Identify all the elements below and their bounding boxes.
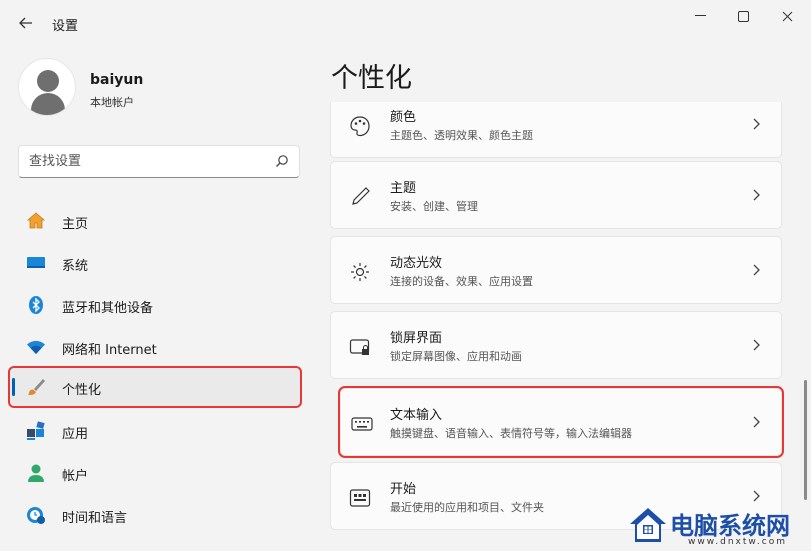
gaming-icon [26, 547, 46, 551]
sidebar-item-label: 帐户 [62, 469, 89, 484]
sidebar-item-gaming[interactable]: 游戏 [10, 538, 300, 551]
home-icon [26, 212, 46, 229]
user-name: baiyun [90, 72, 144, 88]
card-title: 主题 [390, 181, 417, 196]
lock-screen-icon [349, 339, 370, 355]
search-input[interactable] [19, 146, 259, 177]
back-arrow-icon [19, 17, 32, 29]
minimize-icon [694, 15, 706, 16]
card-subtitle: 最近使用的应用和项目、文件夹 [390, 501, 544, 514]
app-title: 设置 [52, 19, 79, 34]
page-title: 个性化 [331, 63, 412, 94]
chevron-right-icon [753, 189, 760, 201]
back-button[interactable] [10, 10, 42, 36]
settings-card-themes[interactable]: 主题 安装、创建、管理 [330, 161, 782, 229]
settings-card-colors[interactable]: 颜色 主题色、透明效果、颜色主题 [330, 102, 782, 158]
vertical-scrollbar[interactable] [804, 380, 807, 500]
settings-list: 颜色 主题色、透明效果、颜色主题 主题 安装、创建、管理 动态光效 连接的设备、… [330, 102, 790, 551]
sidebar-item-label: 应用 [62, 427, 89, 442]
selection-indicator [12, 378, 15, 396]
sidebar-item-apps[interactable]: 应用 [10, 412, 300, 450]
watermark: 电脑系统网 www.dnxtw.com [628, 505, 808, 549]
apps-icon [27, 421, 45, 440]
card-subtitle: 连接的设备、效果、应用设置 [390, 275, 533, 288]
start-icon [349, 489, 371, 507]
search-icon[interactable] [275, 154, 289, 168]
watermark-text: 电脑系统网 [670, 511, 790, 540]
card-title: 开始 [390, 482, 417, 497]
card-title: 文本输入 [390, 408, 443, 423]
avatar [18, 58, 76, 116]
card-subtitle: 触摸键盘、语音输入、表情符号等，输入法编辑器 [390, 427, 632, 440]
sidebar-item-label: 系统 [62, 259, 89, 274]
maximize-button[interactable] [720, 0, 766, 32]
sidebar-item-network[interactable]: 网络和 Internet [10, 328, 300, 366]
sidebar-item-label: 网络和 Internet [62, 343, 157, 358]
card-title: 锁屏界面 [390, 331, 443, 346]
settings-card-text-input[interactable]: 文本输入 触摸键盘、语音输入、表情符号等，输入法编辑器 [338, 386, 784, 458]
sidebar-item-label: 时间和语言 [62, 511, 128, 526]
close-icon [782, 11, 792, 21]
chevron-right-icon [753, 416, 760, 428]
sidebar-item-label: 蓝牙和其他设备 [62, 301, 154, 316]
sidebar-item-personalization[interactable]: 个性化 [8, 366, 302, 408]
sidebar-item-accounts[interactable]: 帐户 [10, 454, 300, 492]
pen-icon [352, 187, 370, 205]
watermark-url: www.dnxtw.com [688, 537, 788, 547]
sidebar-item-label: 主页 [62, 217, 89, 232]
card-subtitle: 锁定屏幕图像、应用和动画 [390, 350, 522, 363]
sidebar-item-home[interactable]: 主页 [10, 202, 300, 240]
chevron-right-icon [753, 339, 760, 351]
settings-card-lock-screen[interactable]: 锁屏界面 锁定屏幕图像、应用和动画 [330, 311, 782, 379]
chevron-right-icon [753, 490, 760, 502]
minimize-button[interactable] [677, 0, 723, 32]
time-language-icon [27, 507, 45, 524]
sidebar-item-time-language[interactable]: 时间和语言 [10, 496, 300, 534]
sidebar-item-label: 个性化 [62, 383, 102, 398]
card-title: 动态光效 [390, 256, 443, 271]
search-box[interactable] [18, 145, 300, 178]
bluetooth-icon [29, 296, 43, 314]
settings-card-dynamic-lighting[interactable]: 动态光效 连接的设备、效果、应用设置 [330, 236, 782, 304]
sidebar-item-bluetooth[interactable]: 蓝牙和其他设备 [10, 286, 300, 324]
chevron-right-icon [753, 118, 760, 130]
palette-icon [350, 116, 370, 137]
brush-icon [28, 379, 45, 395]
maximize-icon [737, 10, 749, 22]
wifi-icon [27, 340, 45, 354]
title-bar: 设置 [0, 0, 811, 46]
chevron-right-icon [753, 264, 760, 276]
account-type: 本地帐户 [90, 96, 134, 109]
house-logo-icon [630, 508, 666, 542]
card-subtitle: 主题色、透明效果、颜色主题 [390, 129, 533, 142]
sidebar-item-system[interactable]: 系统 [10, 244, 300, 282]
close-button[interactable] [764, 0, 810, 32]
system-icon [27, 257, 45, 268]
account-icon [28, 464, 44, 482]
card-title: 颜色 [390, 110, 417, 125]
card-subtitle: 安装、创建、管理 [390, 200, 478, 213]
lighting-icon [351, 263, 369, 281]
keyboard-icon [351, 417, 373, 431]
